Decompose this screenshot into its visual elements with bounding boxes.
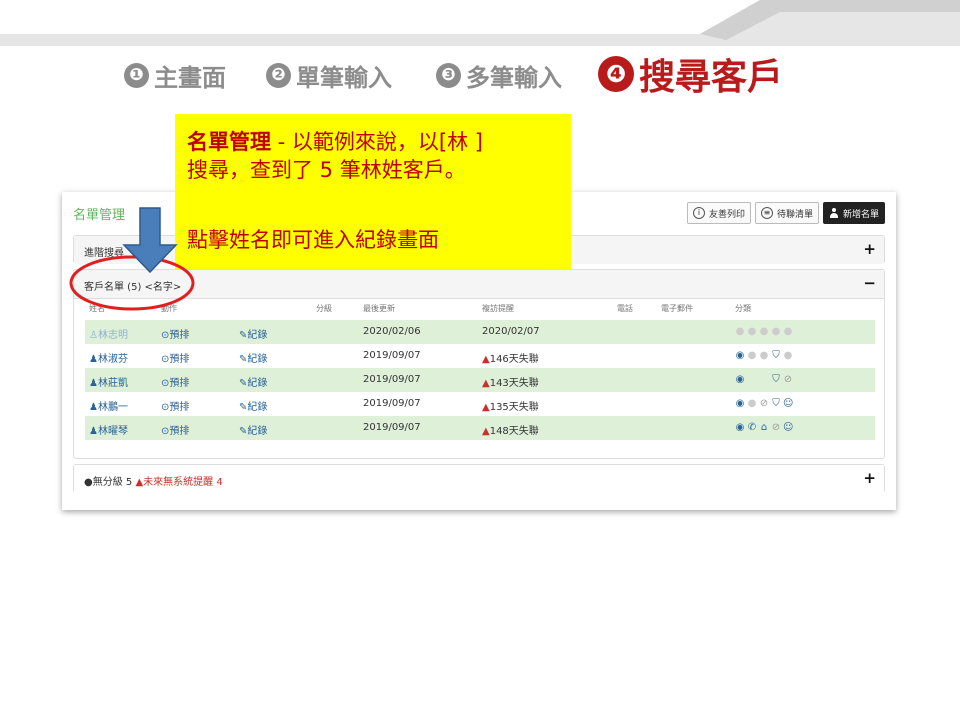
expand-icon[interactable]: +: [863, 240, 876, 258]
schedule-link[interactable]: ⊙預排: [161, 374, 189, 389]
category-icons: ◉ ✆ ⌂ ⊘ ☺: [735, 422, 794, 433]
step-4-label: 搜尋客戶: [639, 57, 784, 98]
summary-section[interactable]: ●無分級 5 ▲未來無系統提醒 4 +: [73, 464, 885, 493]
warning-icon: ▲: [482, 378, 490, 389]
callout-line2: 搜尋，查到了 5 筆林姓客戶。: [187, 158, 466, 182]
last-updated: 2019/09/07: [363, 374, 421, 385]
customer-name[interactable]: ♟林淑芬: [89, 350, 128, 365]
expand-icon[interactable]: +: [863, 469, 876, 487]
revisit-reminder: ▲148天失聯: [482, 426, 539, 437]
customer-name[interactable]: ♟林曜琴: [89, 422, 128, 437]
table-row: ♟林曜琴 ⊙預排 ✎紀錄 2019/09/07 ▲148天失聯 ◉ ✆ ⌂ ⊘ ☺: [85, 416, 875, 440]
record-link[interactable]: ✎紀錄: [239, 374, 267, 389]
last-updated: 2020/02/06: [363, 326, 421, 337]
category-icons: ● ● ● ● ●: [735, 326, 793, 337]
print-icon: i: [692, 207, 705, 219]
customer-name[interactable]: ♟林鵬一: [89, 398, 128, 413]
table-row: ♟林鵬一 ⊙預排 ✎紀錄 2019/09/07 ▲135天失聯 ◉ ● ⊘ ⛉ ☺: [85, 392, 875, 416]
callout-line1: - 以範例來說，以[林 ]: [271, 130, 483, 154]
customer-name[interactable]: ♙林志明: [89, 326, 128, 341]
step-2: ❷ 單筆輸入: [266, 58, 392, 93]
category-icons: ◉●●⛉⊘: [735, 374, 793, 385]
col-category: 分類: [735, 304, 751, 313]
callout-heading: 名單管理: [187, 130, 271, 154]
last-updated: 2019/09/07: [363, 350, 421, 361]
customer-name[interactable]: ♟林莊凱: [89, 374, 128, 389]
record-link[interactable]: ✎紀錄: [239, 326, 267, 341]
table-header: 姓名 動作 分級 最後更新 複訪提醒 電話 電子郵件 分類: [85, 303, 875, 317]
print-button[interactable]: i 友善列印: [686, 202, 751, 224]
col-action: 動作: [161, 304, 177, 313]
revisit-reminder: ▲135天失聯: [482, 402, 539, 413]
step-1-number: ❶: [124, 63, 149, 88]
warning-icon: ▲: [482, 402, 490, 413]
revisit-reminder: ▲146天失聯: [482, 354, 539, 365]
user-icon: [829, 208, 839, 218]
collapse-icon[interactable]: −: [863, 274, 876, 292]
new-label: 新增名單: [842, 209, 879, 220]
schedule-link[interactable]: ⊙預排: [161, 398, 189, 413]
pending-label: 待聯清單: [776, 209, 813, 220]
step-1-label: 主畫面: [154, 64, 226, 92]
pending-list-button[interactable]: ≡ 待聯清單: [754, 202, 819, 224]
header-band: [0, 0, 960, 46]
col-name: 姓名: [89, 304, 105, 313]
step-4-number: ❹: [598, 56, 634, 92]
last-updated: 2019/09/07: [363, 398, 421, 409]
col-reminder: 複訪提醒: [482, 304, 514, 313]
callout-line3: 點擊姓名即可進入紀錄畫面: [187, 228, 439, 252]
step-2-number: ❷: [266, 63, 291, 88]
table-row: ♟林莊凱 ⊙預排 ✎紀錄 2019/09/07 ▲143天失聯 ◉●●⛉⊘: [85, 368, 875, 392]
step-3-number: ❸: [436, 63, 461, 88]
schedule-link[interactable]: ⊙預排: [161, 422, 189, 437]
step-3-label: 多筆輸入: [466, 64, 562, 92]
col-grade: 分級: [316, 304, 332, 313]
summary-label: ●無分級 5 ▲未來無系統提醒 4: [84, 473, 223, 488]
record-link[interactable]: ✎紀錄: [239, 398, 267, 413]
table-row: ♟林淑芬 ⊙預排 ✎紀錄 2019/09/07 ▲146天失聯 ◉ ● ● ⛉ ●: [85, 344, 875, 368]
step-4: ❹ 搜尋客戶: [598, 48, 783, 100]
print-label: 友善列印: [708, 209, 745, 220]
callout-text: 名單管理 - 以範例來說，以[林 ] 搜尋，查到了 5 筆林姓客戶。: [187, 128, 567, 184]
col-email: 電子郵件: [661, 304, 693, 313]
table-row: ♙林志明 ⊙預排 ✎紀錄 2020/02/06 2020/02/07 ● ● ● ● ●: [85, 320, 875, 344]
step-1: ❶ 主畫面: [124, 58, 226, 93]
step-3: ❸ 多筆輸入: [436, 58, 562, 93]
list-icon: ≡: [760, 207, 773, 219]
step-2-label: 單筆輸入: [296, 64, 392, 92]
step-bar: ❶ 主畫面 ❷ 單筆輸入 ❸ 多筆輸入 ❹ 搜尋客戶: [0, 46, 960, 100]
toolbar: i 友善列印 ≡ 待聯清單 新增名單: [686, 202, 885, 224]
customer-list-header[interactable]: 客戶名單 (5) <名字> −: [74, 270, 884, 299]
customer-list-section: 客戶名單 (5) <名字> − 姓名 動作 分級 最後更新 複訪提醒 電話 電子…: [73, 269, 885, 459]
schedule-link[interactable]: ⊙預排: [161, 350, 189, 365]
col-updated: 最後更新: [363, 304, 395, 313]
customer-list-label: 客戶名單 (5) <名字>: [84, 282, 182, 293]
revisit-reminder: ▲143天失聯: [482, 378, 539, 389]
ungraded-count: ●無分級 5: [84, 477, 133, 488]
page-title: 名單管理: [73, 208, 126, 223]
no-reminder-count: 未來無系統提醒 4: [143, 477, 223, 488]
summary-header[interactable]: ●無分級 5 ▲未來無系統提醒 4 +: [74, 465, 884, 493]
warning-icon: ▲: [482, 354, 490, 365]
category-icons: ◉ ● ● ⛉ ●: [735, 350, 793, 361]
advanced-search-label: 進階搜尋: [84, 248, 124, 259]
record-link[interactable]: ✎紀錄: [239, 350, 267, 365]
schedule-link[interactable]: ⊙預排: [161, 326, 189, 341]
last-updated: 2019/09/07: [363, 422, 421, 433]
record-link[interactable]: ✎紀錄: [239, 422, 267, 437]
revisit-reminder: 2020/02/07: [482, 326, 540, 337]
category-icons: ◉ ● ⊘ ⛉ ☺: [735, 398, 794, 409]
col-phone: 電話: [617, 304, 633, 313]
callout-box: 名單管理 - 以範例來說，以[林 ] 搜尋，查到了 5 筆林姓客戶。 點擊姓名即…: [175, 114, 571, 269]
add-contact-button[interactable]: 新增名單: [822, 202, 885, 224]
warning-icon: ▲: [482, 426, 490, 437]
